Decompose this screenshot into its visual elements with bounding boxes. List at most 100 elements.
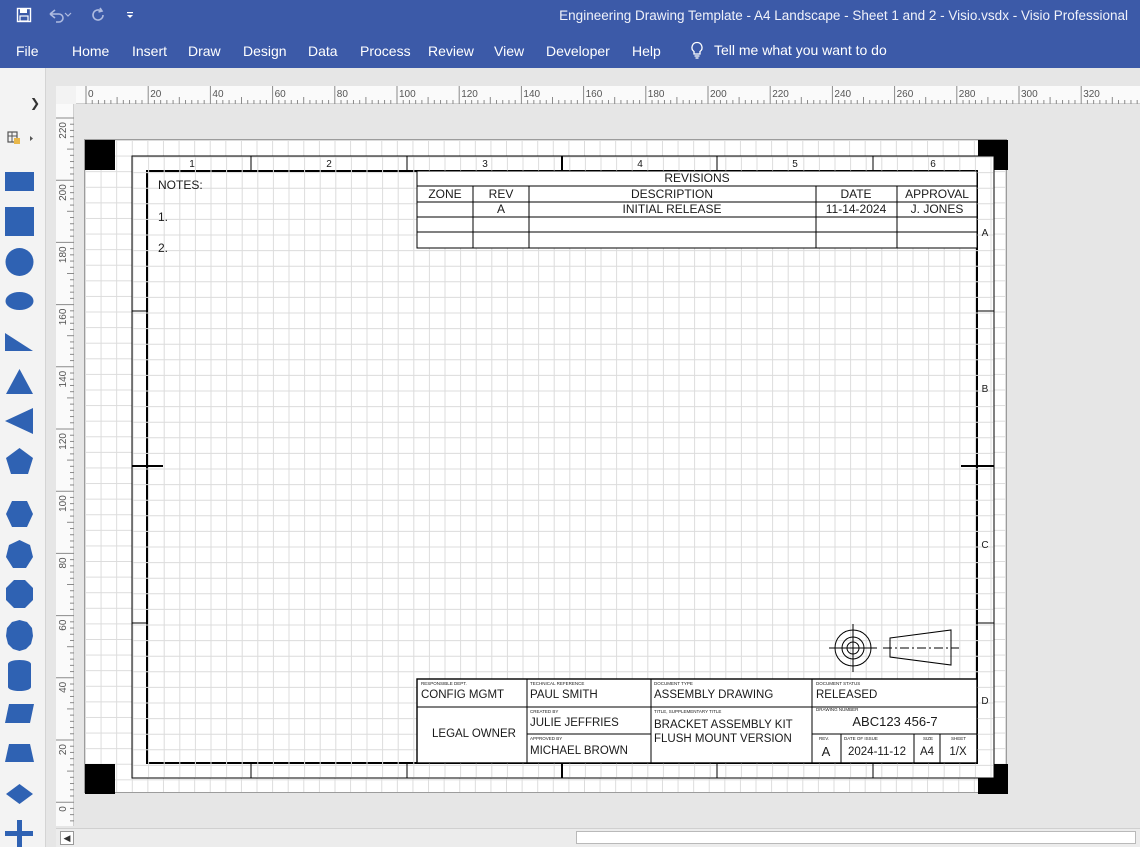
sheet-label: SHEET	[951, 736, 966, 741]
tab-developer[interactable]: Developer	[546, 43, 610, 59]
revisions-table[interactable]: REVISIONS ZONE REV DESCRIPTION DATE APPR…	[416, 170, 978, 249]
title-line-2[interactable]: FLUSH MOUNT VERSION	[654, 733, 792, 745]
window-title: Engineering Drawing Template - A4 Landsc…	[559, 8, 1128, 23]
rectangle-shape[interactable]	[5, 172, 34, 191]
tab-review[interactable]: Review	[428, 43, 474, 59]
shapes-panel: ❯	[0, 68, 46, 847]
ruler-label: 220	[772, 89, 789, 100]
tab-data[interactable]: Data	[308, 43, 338, 59]
ruler-label: 120	[58, 433, 69, 450]
title-bar: Engineering Drawing Template - A4 Landsc…	[0, 0, 1140, 32]
ruler-label: 180	[648, 89, 665, 100]
ruler-label: 0	[88, 89, 94, 100]
title-line-1[interactable]: BRACKET ASSEMBLY KIT	[654, 719, 793, 731]
rev-label: REV.	[819, 736, 829, 741]
tab-insert[interactable]: Insert	[132, 43, 167, 59]
ruler-label: 100	[399, 89, 416, 100]
horizontal-ruler[interactable]: 0 20 40 60 80 100 120 140 160 180 200 220 240 260 280 3…	[76, 86, 1140, 104]
shapes-stencil	[5, 172, 34, 847]
scrollbar-thumb[interactable]	[576, 831, 1136, 844]
ruler-label: 280	[959, 89, 976, 100]
zone-row-d: D	[981, 696, 988, 707]
tab-view[interactable]: View	[494, 43, 524, 59]
responsible-dept-value[interactable]: CONFIG MGMT	[421, 689, 504, 701]
ruler-label: 160	[586, 89, 603, 100]
notes-item-2[interactable]: 2.	[158, 241, 168, 255]
square-shape[interactable]	[5, 207, 34, 236]
left-triangle-shape[interactable]	[5, 408, 33, 434]
circle-shape[interactable]	[5, 248, 34, 276]
approved-by-label: APPROVED BY	[530, 736, 562, 741]
right-triangle-shape[interactable]	[5, 333, 33, 351]
corner-mark-bottom-left	[85, 764, 115, 794]
ruler-label: 40	[58, 681, 69, 693]
drawing-page[interactable]: 1 2 3 4 5 6 A B C D NOTES: 1. 2. REVISIO…	[84, 139, 1008, 794]
ruler-label: 200	[58, 184, 69, 201]
revision-date-cell[interactable]: 11-14-2024	[826, 202, 887, 216]
notes-heading[interactable]: NOTES:	[158, 178, 203, 192]
scroll-left-icon[interactable]: ◀	[60, 831, 74, 845]
revisions-header-approval: APPROVAL	[905, 187, 969, 201]
revisions-title: REVISIONS	[664, 171, 729, 185]
title-label: TITLE, SUPPLEMENTARY TITLE	[654, 709, 721, 714]
cross-shape[interactable]	[5, 820, 33, 847]
ribbon-tabs: File Home Insert Draw Design Data Proces…	[0, 32, 1140, 68]
tell-me-search[interactable]: Tell me what you want to do	[690, 41, 887, 59]
undo-icon[interactable]	[44, 5, 74, 25]
tab-file[interactable]: File	[16, 43, 39, 59]
revision-description-cell[interactable]: INITIAL RELEASE	[623, 202, 722, 216]
ruler-label: 180	[58, 246, 69, 263]
document-status-label: DOCUMENT STATUS	[816, 681, 860, 686]
document-type-value[interactable]: ASSEMBLY DRAWING	[654, 689, 773, 701]
ruler-label: 100	[58, 495, 69, 512]
title-block[interactable]: RESPONSIBLE DEPT. TECHNICAL REFERENCE DO…	[416, 678, 978, 764]
ruler-label: 0	[58, 806, 69, 812]
zone-column-4: 4	[637, 159, 643, 170]
created-by-value[interactable]: JULIE JEFFRIES	[530, 717, 619, 729]
tab-home[interactable]: Home	[72, 43, 109, 59]
drawing-number-value[interactable]: ABC123 456-7	[852, 714, 937, 729]
diamond-shape[interactable]	[6, 784, 33, 804]
octagon-shape[interactable]	[6, 580, 33, 608]
parallelogram-shape[interactable]	[5, 704, 34, 723]
save-icon[interactable]	[12, 5, 36, 25]
customize-icon[interactable]	[120, 5, 140, 25]
ruler-label: 60	[275, 89, 287, 100]
heptagon-shape[interactable]	[6, 540, 33, 568]
tab-design[interactable]: Design	[243, 43, 287, 59]
hexagon-shape[interactable]	[6, 501, 33, 527]
tab-process[interactable]: Process	[360, 43, 411, 59]
technical-reference-value[interactable]: PAUL SMITH	[530, 689, 598, 701]
horizontal-ruler-scale: 0 20 40 60 80 100 120 140 160 180 200 220 240 260 280 3…	[85, 86, 1138, 104]
tab-help[interactable]: Help	[632, 43, 661, 59]
cylinder-shape[interactable]	[8, 660, 31, 691]
ruler-label: 20	[150, 89, 162, 100]
redo-icon[interactable]	[86, 5, 110, 25]
lightbulb-icon	[691, 41, 703, 59]
pentagon-shape[interactable]	[6, 448, 33, 474]
sheet-value[interactable]: 1/X	[949, 746, 967, 758]
document-status-value[interactable]: RELEASED	[816, 689, 877, 701]
decagon-shape[interactable]	[6, 620, 33, 651]
trapezoid-shape[interactable]	[5, 744, 34, 762]
zone-column-2: 2	[326, 159, 332, 170]
drawing-canvas[interactable]: 1 2 3 4 5 6 A B C D NOTES: 1. 2. REVISIO…	[76, 104, 1140, 826]
legal-owner-text[interactable]: LEGAL OWNER	[432, 728, 516, 740]
revisions-header-date: DATE	[840, 187, 871, 201]
size-value[interactable]: A4	[920, 746, 935, 758]
vertical-ruler[interactable]: 220 200 180 160 140 120 100 80 60 40 20 0	[56, 104, 74, 826]
horizontal-scrollbar[interactable]: ◀	[56, 828, 1140, 847]
ruler-label: 20	[58, 744, 69, 756]
triangle-shape[interactable]	[6, 369, 33, 394]
tab-draw[interactable]: Draw	[188, 43, 221, 59]
ellipse-shape[interactable]	[5, 292, 34, 310]
date-of-issue-value[interactable]: 2024-11-12	[848, 746, 906, 758]
zone-row-a: A	[982, 228, 989, 239]
revision-approval-cell[interactable]: J. JONES	[911, 202, 964, 216]
revision-rev-cell[interactable]: A	[497, 202, 505, 216]
drawing-number-label: DRAWING NUMBER	[816, 707, 859, 712]
size-label: SIZE	[923, 736, 933, 741]
approved-by-value[interactable]: MICHAEL BROWN	[530, 745, 628, 757]
notes-item-1[interactable]: 1.	[158, 210, 168, 224]
rev-value[interactable]: A	[822, 744, 831, 759]
